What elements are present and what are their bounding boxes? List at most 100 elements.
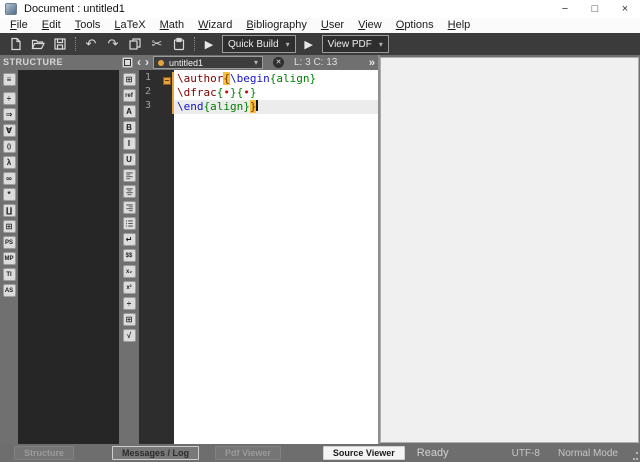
code-token: {align} (203, 100, 250, 113)
misc-math-tab[interactable]: * (2, 188, 16, 201)
menu-wizard[interactable]: Wizard (191, 18, 239, 33)
cut-icon[interactable]: ✂ (146, 35, 168, 53)
save-icon[interactable] (49, 35, 71, 53)
menu-tools[interactable]: Tools (68, 18, 108, 33)
code-line[interactable]: \author{\begin{align} (174, 72, 378, 86)
chevron-down-icon: ▾ (253, 58, 258, 67)
menu-bibliography[interactable]: Bibliography (239, 18, 314, 33)
arrow-symbols-tab[interactable]: ⇒ (2, 108, 16, 121)
menu-math[interactable]: Math (153, 18, 191, 33)
menu-user[interactable]: User (314, 18, 351, 33)
new-block-icon[interactable]: ⊞ (122, 73, 136, 86)
code-line[interactable]: \end{align}} (174, 100, 378, 114)
view-pdf-select[interactable]: View PDF ▾ (321, 35, 389, 53)
align-left-icon[interactable] (122, 169, 136, 182)
toolbar-separator (194, 37, 195, 51)
misc-symbols-tab[interactable]: ∀ (2, 124, 16, 137)
menu-help[interactable]: Help (441, 18, 478, 33)
window-title: Document : untitled1 (24, 3, 125, 15)
workspace: STRUCTURE ‹ › untitled1 ▾ ✕ L: 3 C: 13 »… (0, 55, 640, 444)
align-center-icon[interactable] (122, 185, 136, 198)
structure-tab[interactable]: ≡ (2, 73, 16, 86)
code-token: { (223, 72, 230, 85)
line-number: 3 (145, 100, 152, 111)
copy-icon[interactable] (124, 35, 146, 53)
fraction-icon[interactable]: ÷ (122, 297, 136, 310)
menu-bar: File Edit Tools LaTeX Math Wizard Bibliography… (0, 18, 640, 33)
superscript-icon[interactable]: x² (122, 281, 136, 294)
pdf-viewer-pane (380, 57, 639, 443)
menu-view[interactable]: View (351, 18, 389, 33)
statusbar-tab-source-viewer[interactable]: Source Viewer (322, 446, 405, 460)
quick-build-select-label: Quick Build (228, 38, 279, 50)
sqrt-icon[interactable]: √ (122, 329, 136, 342)
tikz-tab[interactable]: TI (2, 268, 16, 281)
previous-document-icon[interactable]: ‹ (137, 56, 141, 68)
minimize-button[interactable]: − (550, 0, 580, 18)
toolbar-separator (75, 37, 76, 51)
text-cursor (256, 100, 259, 111)
metapost-tab[interactable]: MP (2, 252, 16, 265)
align-right-icon[interactable] (122, 201, 136, 214)
line-number: 1 (139, 72, 174, 86)
statusbar-tab-pdf-viewer[interactable]: Pdf Viewer (215, 446, 281, 460)
cursor-position: L: 3 C: 13 (294, 57, 338, 68)
code-token: \author (177, 72, 224, 85)
maximize-button[interactable]: □ (580, 0, 610, 18)
matrix-icon[interactable]: ⊞ (122, 313, 136, 326)
paste-icon[interactable] (168, 35, 190, 53)
structure-panel-header: STRUCTURE (3, 57, 63, 67)
pstricks-tab[interactable]: PS (2, 236, 16, 249)
itemize-icon[interactable] (122, 217, 136, 230)
font-icon[interactable]: A (122, 105, 136, 118)
run-view-pdf-icon[interactable]: ▶ (301, 38, 317, 51)
close-button[interactable]: × (610, 0, 640, 18)
relation-symbols-tab[interactable]: ÷ (2, 92, 16, 105)
redo-icon[interactable]: ↷ (102, 35, 124, 53)
chevron-down-icon: ▾ (378, 39, 383, 49)
code-line[interactable]: \dfrac{•}{•} (174, 86, 378, 100)
open-file-icon[interactable] (27, 35, 49, 53)
fold-marker-icon[interactable] (163, 77, 171, 85)
subscript-icon[interactable]: x₂ (122, 265, 136, 278)
undo-icon[interactable]: ↶ (80, 35, 102, 53)
statusbar-tab-structure[interactable]: Structure (14, 446, 75, 460)
close-document-icon[interactable]: ✕ (273, 57, 284, 68)
big-operators-tab[interactable]: ∐ (2, 204, 16, 217)
most-used-symbols-tab[interactable]: ∞ (2, 172, 16, 185)
asymptote-tab[interactable]: AS (2, 284, 16, 297)
toolbar-overflow-icon[interactable]: » (369, 57, 375, 69)
menu-options[interactable]: Options (389, 18, 441, 33)
title-bar: Document : untitled1 − □ × (0, 0, 640, 18)
italic-icon[interactable]: I (122, 137, 136, 150)
user-tags-tab[interactable]: ⊞ (2, 220, 16, 233)
bold-icon[interactable]: B (122, 121, 136, 134)
quick-build-select[interactable]: Quick Build ▾ (222, 35, 296, 53)
label-ref-icon[interactable]: ref (122, 89, 136, 102)
menu-latex[interactable]: LaTeX (107, 18, 152, 33)
menu-file[interactable]: File (3, 18, 35, 33)
delimiters-tab[interactable]: () (2, 140, 16, 153)
side-tab-strip: ≡ ÷ ⇒ ∀ () λ ∞ * ∐ ⊞ PS MP TI AS (0, 70, 18, 444)
document-name: untitled1 (169, 57, 204, 68)
math-mode-icon[interactable]: $$ (122, 249, 136, 262)
code-token: } (249, 100, 257, 113)
run-quick-build-icon[interactable]: ▶ (201, 38, 217, 51)
code-token: } (230, 86, 237, 99)
next-document-icon[interactable]: › (145, 56, 149, 68)
edit-toolbar-strip: ⊞ ref A B I U ↵ $$ x₂ x² ÷ ⊞ √ (119, 70, 139, 444)
detach-panel-icon[interactable] (122, 57, 133, 68)
document-selector[interactable]: untitled1 ▾ (153, 56, 263, 69)
newline-icon[interactable]: ↵ (122, 233, 136, 246)
code-token: {align} (269, 72, 317, 85)
greek-letters-tab[interactable]: λ (2, 156, 16, 169)
statusbar-tab-messages-log[interactable]: Messages / Log (112, 446, 200, 460)
resize-grip[interactable] (630, 452, 638, 460)
code-editor[interactable]: \author{\begin{align} \dfrac{•}{•} \end{al… (174, 70, 378, 444)
window-controls: − □ × (550, 0, 640, 18)
structure-panel[interactable] (18, 70, 119, 444)
new-document-icon[interactable] (5, 35, 27, 53)
underline-icon[interactable]: U (122, 153, 136, 166)
code-token: \dfrac (177, 86, 217, 99)
menu-edit[interactable]: Edit (35, 18, 68, 33)
